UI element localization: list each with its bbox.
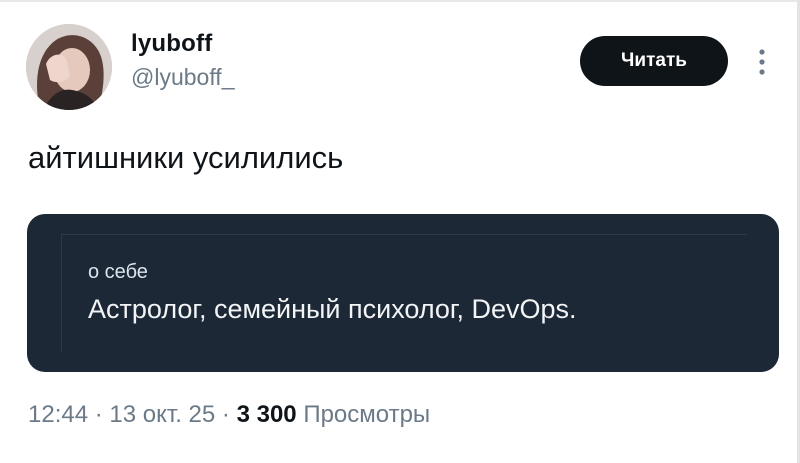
tweet-screenshot: lyuboff @lyuboff_ Читать айтишники усили…: [0, 0, 800, 463]
bio-card: о себе Астролог, семейный психолог, DevO…: [27, 214, 779, 372]
views-label: Просмотры: [303, 401, 431, 428]
meta-separator: ·: [221, 401, 230, 428]
meta-separator: ·: [94, 401, 103, 428]
card-inner-border: [61, 234, 62, 352]
vertical-ellipsis-icon[interactable]: [755, 46, 769, 78]
follow-button[interactable]: Читать: [580, 36, 728, 86]
bio-text: Астролог, семейный психолог, DevOps.: [88, 294, 577, 324]
bio-label: о себе: [88, 261, 148, 283]
tweet-time[interactable]: 12:44: [28, 401, 88, 428]
author-display-name[interactable]: lyuboff: [131, 30, 212, 58]
tweet-meta: 12:44 · 13 окт. 25 · 3 300 Просмотры: [28, 401, 430, 429]
card-inner-divider: [61, 234, 747, 235]
views-count: 3 300: [236, 401, 297, 428]
top-divider: [0, 0, 800, 2]
avatar-photo: [26, 24, 112, 110]
tweet-date[interactable]: 13 окт. 25: [109, 401, 215, 428]
tweet-text: айтишники усилились: [28, 140, 344, 175]
avatar[interactable]: [26, 24, 112, 110]
author-handle[interactable]: @lyuboff_: [131, 64, 235, 91]
